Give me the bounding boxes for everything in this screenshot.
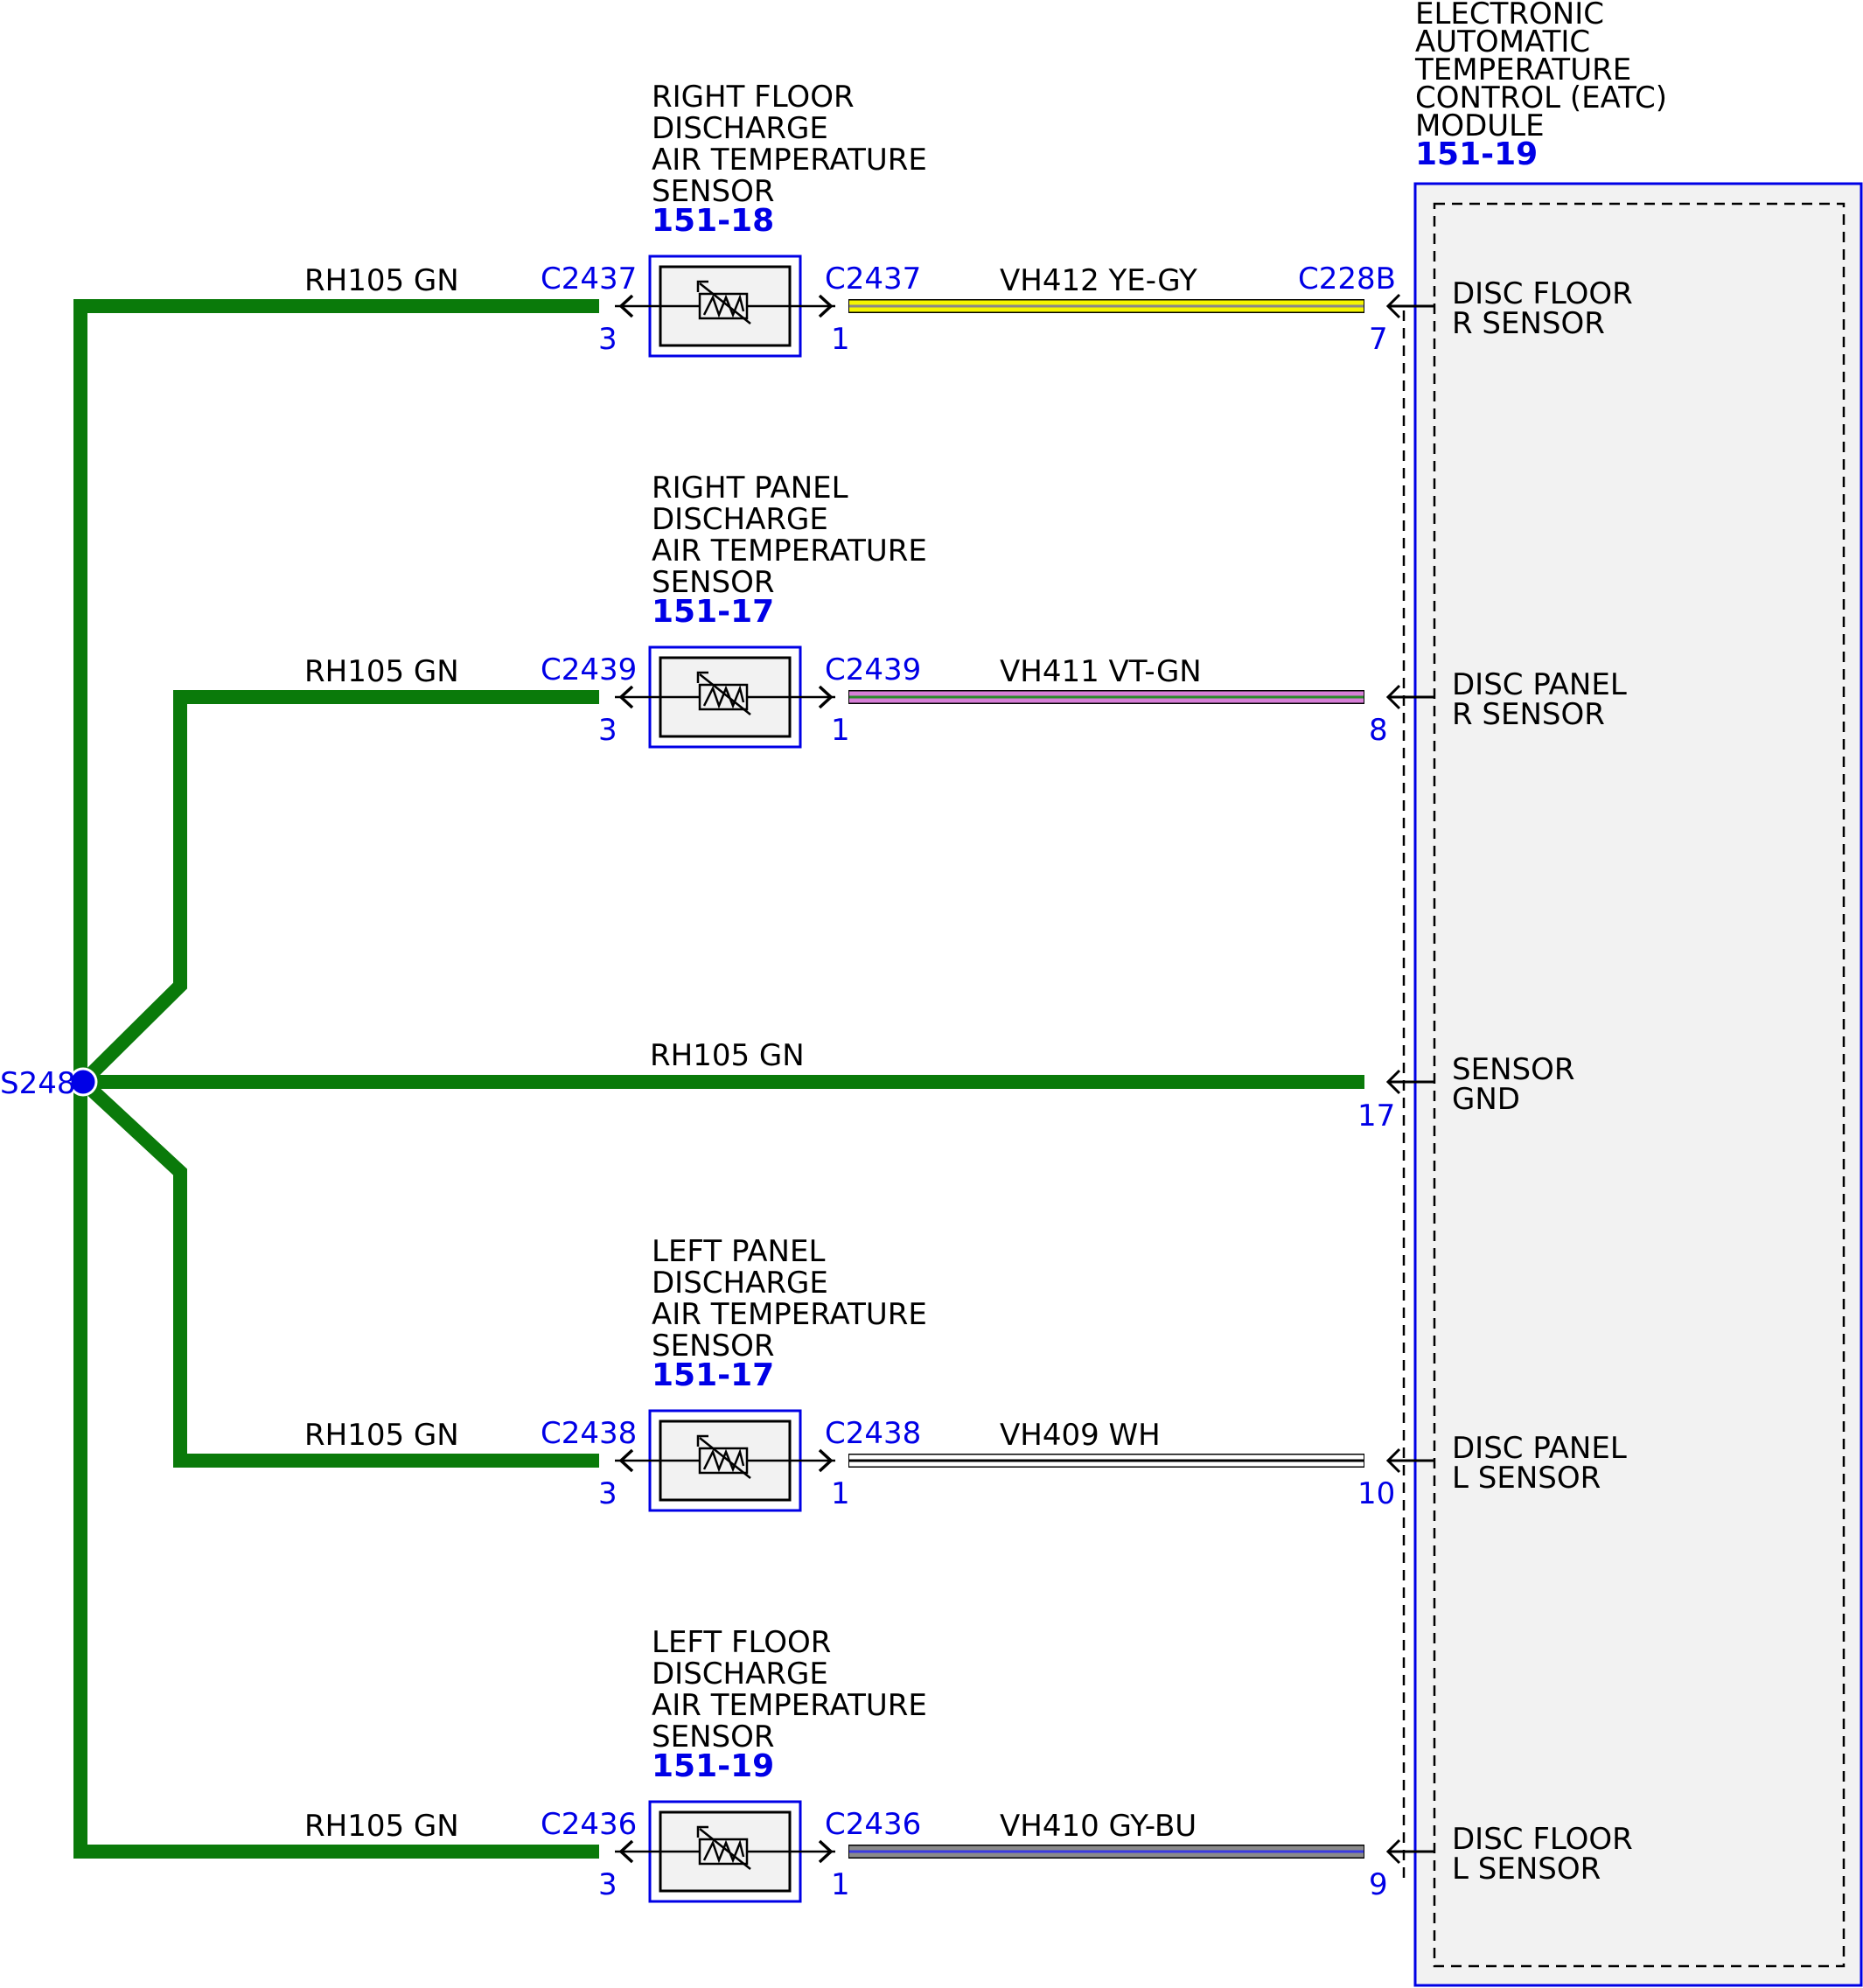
wire-vt-gn-icon: [848, 690, 1364, 704]
pin-number-right: 1: [831, 713, 850, 748]
module-pin-name-line-2: R SENSOR: [1452, 306, 1605, 341]
pin-number-left: 3: [598, 713, 618, 748]
sensor-name-line-1: LEFT PANEL: [652, 1234, 825, 1269]
sensor-name-line-1: RIGHT PANEL: [652, 471, 848, 506]
connector-label-right: C2439: [825, 652, 921, 687]
connector-label-left: C2436: [541, 1807, 637, 1842]
ground-wire-label: RH105 GN: [304, 654, 459, 689]
module-pin-number: 10: [1357, 1476, 1395, 1511]
signal-wire-label: VH409 WH: [1000, 1418, 1161, 1453]
pin-number-left: 3: [598, 322, 618, 357]
splice-label: S248: [0, 1066, 75, 1101]
ground-wire-label: RH105 GN: [304, 263, 459, 298]
ground-wire-label: RH105 GN: [304, 1809, 459, 1844]
splice-s248: S248: [0, 1066, 98, 1101]
connector-label-left: C2438: [541, 1416, 637, 1451]
pin-number-left: 3: [598, 1476, 618, 1511]
module-pin-number: 7: [1369, 322, 1388, 357]
connector-label-right: C2437: [825, 262, 921, 296]
connector-label-left: C2437: [541, 262, 637, 296]
sensor-ref: 151-18: [652, 203, 774, 239]
ground-wire-lower-branch: [78, 1077, 599, 1468]
sensor-name-line-1: LEFT FLOOR: [652, 1625, 831, 1660]
sensor-ref: 151-19: [652, 1748, 774, 1784]
module-pin-number: 8: [1369, 713, 1388, 748]
sensor-name-line-2: DISCHARGE: [652, 502, 828, 537]
wiring-diagram: ELECTRONIC AUTOMATIC TEMPERATURE CONTROL…: [0, 0, 1863, 1987]
sensor-name-line-2: DISCHARGE: [652, 111, 828, 146]
module-pin-name-line-2: L SENSOR: [1452, 1461, 1601, 1496]
pin-number-right: 1: [831, 1867, 850, 1902]
signal-wire-label: VH410 GY-BU: [1000, 1809, 1197, 1844]
sensor-name-line-2: DISCHARGE: [652, 1266, 828, 1301]
ground-wire-upper-branch: [78, 690, 599, 1087]
wire-wh-icon: [848, 1454, 1364, 1468]
pin-number-right: 1: [831, 1476, 850, 1511]
module-pin-number: 9: [1369, 1867, 1388, 1902]
sensor-name-line-1: RIGHT FLOOR: [652, 80, 855, 115]
connector-label-left: C2439: [541, 652, 637, 687]
module-pin-number: 17: [1357, 1099, 1395, 1134]
module-connector-label: C228B: [1298, 262, 1396, 296]
module-ref: 151-19: [1415, 136, 1538, 172]
sensor-name-line-2: DISCHARGE: [652, 1657, 828, 1692]
sensor-name-line-3: AIR TEMPERATURE: [652, 534, 927, 568]
module-pin-name-line-2: GND: [1452, 1082, 1520, 1117]
connector-label-right: C2436: [825, 1807, 921, 1842]
sensor-name-line-3: AIR TEMPERATURE: [652, 143, 927, 178]
sensor-ref: 151-17: [652, 1357, 774, 1393]
sensor-ref: 151-17: [652, 594, 774, 630]
pin-number-left: 3: [598, 1867, 618, 1902]
sensor-name-line-3: AIR TEMPERATURE: [652, 1297, 927, 1332]
signal-wire-label: VH412 YE-GY: [1000, 263, 1197, 298]
ground-circuit-label: RH105 GN: [650, 1038, 805, 1073]
connector-label-right: C2438: [825, 1416, 921, 1451]
ground-wire-label: RH105 GN: [304, 1418, 459, 1453]
sensor-name-line-3: AIR TEMPERATURE: [652, 1688, 927, 1723]
pin-number-right: 1: [831, 322, 850, 357]
wire-gy-bu-icon: [848, 1845, 1364, 1859]
module-pin-name-line-2: L SENSOR: [1452, 1852, 1601, 1887]
signal-wire-label: VH411 VT-GN: [1000, 654, 1202, 689]
wire-ye-gy-icon: [848, 299, 1364, 313]
module-pin-name-line-2: R SENSOR: [1452, 697, 1605, 732]
